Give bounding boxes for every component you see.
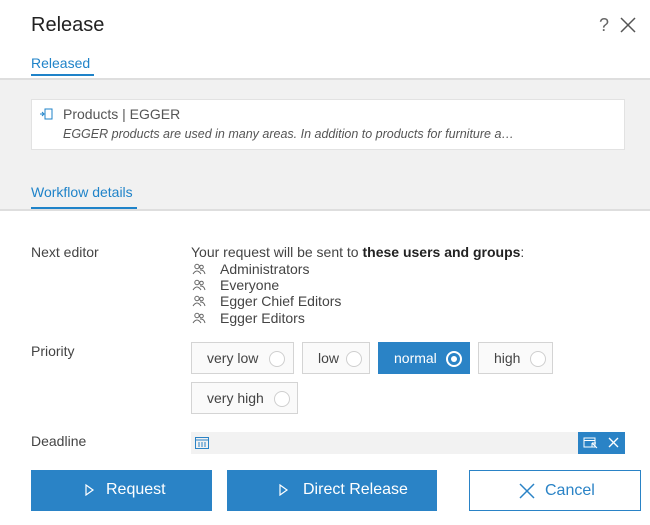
deadline-buttons (578, 432, 625, 454)
request-prefix: Your request will be sent to (191, 244, 363, 260)
calendar-picker-icon[interactable] (579, 432, 602, 454)
request-recipients-text: Your request will be sent to these users… (191, 244, 524, 260)
user-group-icon (192, 263, 206, 275)
radio-icon (269, 351, 285, 367)
priority-option-very-low[interactable]: very low (191, 342, 294, 374)
request-bold: these users and groups (362, 244, 521, 260)
deadline-input[interactable] (191, 432, 578, 454)
calendar-icon (195, 437, 209, 449)
radio-icon (530, 351, 546, 367)
request-button[interactable]: Request (31, 470, 212, 511)
group-name: Egger Editors (220, 310, 305, 326)
direct-release-button-label: Direct Release (303, 481, 408, 498)
radio-icon (346, 351, 362, 367)
divider (0, 209, 650, 211)
deadline-label: Deadline (31, 433, 87, 449)
priority-label: Priority (31, 343, 75, 359)
play-icon (279, 484, 289, 496)
radio-selected-icon (446, 351, 462, 367)
priority-option-very-high[interactable]: very high (191, 382, 298, 414)
request-button-label: Request (106, 481, 166, 498)
help-button[interactable]: ? (599, 15, 609, 36)
priority-option-label: normal (394, 350, 437, 366)
document-link-icon (40, 108, 53, 120)
user-group-icon (192, 295, 206, 307)
dialog-title: Release (31, 14, 105, 36)
user-group-icon (192, 279, 206, 291)
cancel-button-label: Cancel (545, 482, 595, 499)
request-suffix: : (520, 244, 525, 260)
released-item-description: EGGER products are used in many areas. I… (63, 127, 514, 141)
close-icon (519, 483, 535, 499)
clear-icon[interactable] (602, 432, 625, 454)
radio-icon (274, 391, 290, 407)
cancel-button[interactable]: Cancel (469, 470, 641, 511)
priority-option-label: low (318, 350, 340, 366)
tab-workflow-details[interactable]: Workflow details (31, 184, 133, 200)
priority-option-label: very high (207, 390, 264, 406)
group-name: Everyone (220, 277, 280, 293)
released-item-card[interactable]: Products | EGGER EGGER products are used… (31, 99, 625, 150)
group-name: Egger Chief Editors (220, 293, 342, 309)
priority-option-label: very low (207, 350, 259, 366)
tab-released[interactable]: Released (31, 55, 90, 71)
play-icon (85, 484, 95, 496)
priority-option-normal[interactable]: normal (378, 342, 470, 374)
close-icon[interactable] (619, 16, 637, 34)
priority-option-high[interactable]: high (478, 342, 553, 374)
priority-option-low[interactable]: low (302, 342, 370, 374)
direct-release-button[interactable]: Direct Release (227, 470, 437, 511)
release-dialog: Release ? Released Products | EGGER EGGE… (0, 0, 650, 525)
priority-option-label: high (494, 350, 521, 366)
user-group-icon (192, 312, 206, 324)
group-name: Administrators (220, 261, 310, 277)
released-item-title: Products | EGGER (63, 106, 181, 122)
next-editor-label: Next editor (31, 244, 99, 260)
